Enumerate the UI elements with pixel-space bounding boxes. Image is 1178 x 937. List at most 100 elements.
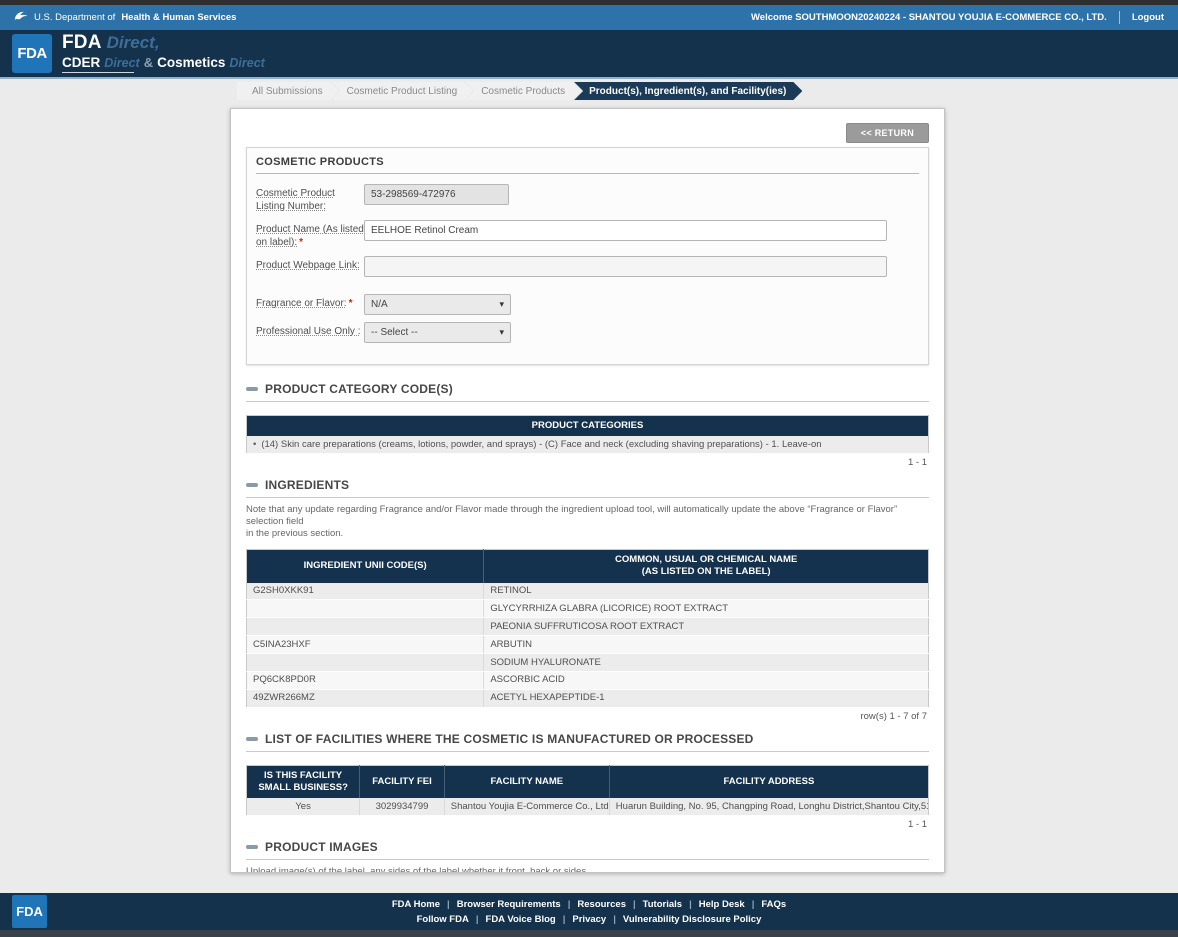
- section-product-images: PRODUCT IMAGES: [246, 840, 929, 861]
- breadcrumb-all-submissions[interactable]: All Submissions: [237, 82, 339, 100]
- footer-link-faqs[interactable]: FAQs: [761, 899, 786, 910]
- footer-links: FDA Home | Browser Requirements | Resources |…: [0, 897, 1178, 927]
- topbar-divider: [1118, 11, 1120, 24]
- professional-use-select[interactable]: -- Select -- ▾: [364, 322, 511, 343]
- main-content-card: << RETURN COSMETIC PRODUCTS Cosmetic Pro…: [230, 108, 945, 873]
- facility-fei-cell: 3029934799: [359, 798, 445, 817]
- facility-address-cell: Huarun Building, No. 95, Changping Road,…: [609, 798, 929, 817]
- table-row: C5INA23HXF ARBUTIN: [246, 635, 929, 655]
- field-row-professional-use: Professional Use Only : -- Select -- ▾: [256, 322, 919, 343]
- required-asterisk: *: [299, 236, 304, 248]
- page: U.S. Department of Health & Human Servic…: [0, 0, 1178, 937]
- fragrance-selected-value: N/A: [371, 299, 388, 310]
- toolbar: << RETURN: [246, 123, 929, 143]
- footer-link-follow-fda[interactable]: Follow FDA: [417, 914, 469, 925]
- webpage-input[interactable]: [364, 256, 887, 277]
- professional-use-label: Professional Use Only :: [256, 326, 361, 337]
- column-header-chemical-name-line2: (AS LISTED ON THE LABEL): [641, 566, 771, 578]
- pagination: 1 - 1: [907, 457, 927, 469]
- unii-cell: PQ6CK8PD0R: [246, 671, 485, 690]
- facilities-table: IS THIS FACILITY SMALL BUSINESS? FACILIT…: [246, 764, 929, 817]
- logout-link[interactable]: Logout: [1132, 12, 1164, 23]
- return-button[interactable]: << RETURN: [845, 123, 929, 143]
- table-row: • (14) Skin care preparations (creams, lo…: [246, 436, 929, 455]
- collapse-icon[interactable]: [246, 387, 258, 391]
- brand-fda: FDA: [62, 32, 102, 53]
- footer-separator: |: [447, 899, 450, 910]
- collapse-icon[interactable]: [246, 845, 258, 850]
- table-row: SODIUM HYALURONATE: [246, 653, 929, 672]
- bottom-edge-strip: [0, 930, 1178, 937]
- footer-link-vulnerability-disclosure[interactable]: Vulnerability Disclosure Policy: [623, 914, 762, 925]
- name-cell: SODIUM HYALURONATE: [483, 653, 929, 672]
- fda-logo: FDA: [12, 34, 52, 73]
- breadcrumb-cosmetic-products[interactable]: Cosmetic Products: [466, 82, 581, 100]
- brand-cosmetics-direct: Direct: [229, 55, 265, 70]
- pagination: 1 - 1: [907, 819, 927, 831]
- unii-cell: [246, 653, 485, 672]
- footer-link-privacy[interactable]: Privacy: [572, 914, 606, 925]
- footer-link-browser-requirements[interactable]: Browser Requirements: [457, 899, 561, 910]
- footer-links-row2: Follow FDA | FDA Voice Blog | Privacy | Vulner…: [0, 912, 1178, 927]
- section-title: INGREDIENTS: [265, 478, 350, 493]
- listing-number-input[interactable]: [364, 184, 509, 205]
- bullet-icon: •: [253, 438, 257, 450]
- column-header-small-business-line2: SMALL BUSINESS?: [258, 782, 348, 793]
- listing-number-label: Cosmetic Product Listing Number:: [256, 188, 335, 212]
- brand-ampersand: &: [143, 54, 154, 70]
- footer-link-tutorials[interactable]: Tutorials: [643, 899, 682, 910]
- chevron-down-icon: ▾: [499, 299, 504, 309]
- field-row-webpage: Product Webpage Link:: [256, 256, 919, 277]
- webpage-label: Product Webpage Link:: [256, 260, 360, 271]
- column-header-unii: INGREDIENT UNII CODE(S): [246, 549, 485, 583]
- footer-link-fda-voice-blog[interactable]: FDA Voice Blog: [486, 914, 556, 925]
- section-title: LIST OF FACILITIES WHERE THE COSMETIC IS…: [265, 731, 754, 746]
- unii-cell: [246, 599, 485, 619]
- footer-link-fda-home[interactable]: FDA Home: [392, 899, 440, 910]
- hhs-agency: U.S. Department of Health & Human Servic…: [14, 10, 236, 25]
- footer-link-help-desk[interactable]: Help Desk: [699, 899, 745, 910]
- column-header-facility-fei: FACILITY FEI: [359, 765, 445, 799]
- cder-underline: [62, 72, 134, 73]
- app-header: FDA FDA Direct, CDER Direct & Cosmetics Direc…: [0, 30, 1178, 77]
- facility-name-cell: Shantou Youjia E-Commerce Co., Ltd.: [444, 798, 610, 817]
- field-row-product-name: Product Name (As listed on label): *: [256, 220, 919, 249]
- unii-cell: [246, 617, 485, 637]
- professional-use-selected-value: -- Select --: [371, 327, 418, 338]
- cosmetic-products-panel: COSMETIC PRODUCTS Cosmetic Product Listi…: [246, 147, 929, 365]
- name-cell: ASCORBIC ACID: [483, 671, 929, 690]
- unii-cell: G2SH0XKK91: [246, 582, 485, 601]
- collapse-icon[interactable]: [246, 736, 258, 741]
- footer-separator: |: [567, 899, 571, 910]
- name-cell: GLYCYRRHIZA GLABRA (LICORICE) ROOT EXTRA…: [483, 599, 929, 619]
- brand-cder-direct: Direct: [104, 55, 140, 70]
- unii-cell: C5INA23HXF: [246, 635, 485, 655]
- section-title: PRODUCT IMAGES: [265, 840, 378, 855]
- section-ingredients: INGREDIENTS: [246, 478, 929, 499]
- table-row: Yes 3029934799 Shantou Youjia E-Commerce…: [246, 798, 929, 817]
- footer-link-resources[interactable]: Resources: [577, 899, 626, 910]
- name-cell: PAEONIA SUFFRUTICOSA ROOT EXTRACT: [483, 617, 929, 637]
- footer-links-row1: FDA Home | Browser Requirements | Resources |…: [0, 897, 1178, 912]
- footer-separator: |: [562, 914, 566, 925]
- ingredients-note-line2: in the previous section.: [246, 527, 344, 539]
- field-row-fragrance: Fragrance or Flavor: * N/A ▾: [256, 294, 919, 315]
- fragrance-label: Fragrance or Flavor:: [256, 298, 347, 309]
- collapse-icon[interactable]: [246, 483, 258, 488]
- brand-cder: CDER: [62, 54, 101, 70]
- field-row-listing-number: Cosmetic Product Listing Number:: [256, 184, 919, 213]
- breadcrumb-current: Product(s), Ingredient(s), and Facility(…: [574, 82, 802, 100]
- product-name-input[interactable]: [364, 220, 887, 241]
- column-header-small-business: IS THIS FACILITY SMALL BUSINESS?: [246, 765, 361, 799]
- fragrance-select[interactable]: N/A ▾: [364, 294, 511, 315]
- column-header-facility-address: FACILITY ADDRESS: [609, 765, 929, 799]
- table-row: GLYCYRRHIZA GLABRA (LICORICE) ROOT EXTRA…: [246, 599, 929, 619]
- footer-separator: |: [475, 914, 479, 925]
- panel-title: COSMETIC PRODUCTS: [256, 156, 919, 174]
- ingredients-note-line1: Note that any update regarding Fragrance…: [246, 504, 898, 528]
- section-product-category-codes: PRODUCT CATEGORY CODE(S): [246, 382, 929, 402]
- breadcrumb-cosmetic-product-listing[interactable]: Cosmetic Product Listing: [332, 82, 474, 100]
- unii-cell: 49ZWR266MZ: [246, 689, 485, 708]
- ingredients-table: INGREDIENT UNII CODE(S) COMMON, USUAL OR…: [246, 548, 929, 708]
- header-accent-line: [0, 77, 1178, 79]
